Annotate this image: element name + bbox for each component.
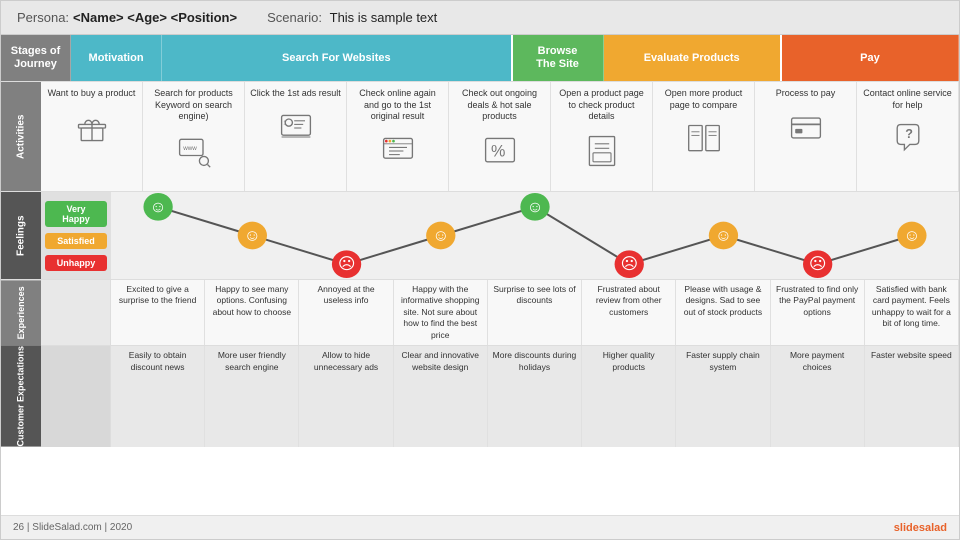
expect-5: Higher quality products (582, 346, 676, 447)
svg-text:www: www (182, 145, 197, 152)
experiences-stage-placeholder (41, 280, 111, 345)
activity-text-5: Open a product page to check product det… (555, 88, 648, 123)
svg-text:?: ? (905, 127, 913, 141)
unhappy-badge: Unhappy (45, 255, 107, 271)
exp-8: Satisfied with bank card payment. Feels … (865, 280, 959, 345)
evaluate-header: Evaluate Products (604, 35, 782, 81)
expect-cells: Easily to obtain discount news More user… (111, 346, 959, 447)
pay-icon (788, 110, 824, 153)
pay-header: Pay (782, 35, 959, 81)
svg-text:☺: ☺ (244, 227, 261, 244)
activity-text-3: Check online again and go to the 1st ori… (351, 88, 444, 123)
activity-eval2: Open more product page to compare (653, 82, 755, 191)
activity-text-7: Process to pay (776, 88, 836, 100)
activity-text-2: Click the 1st ads result (250, 88, 341, 100)
percent-icon: % (482, 133, 518, 176)
very-happy-badge: Very Happy (45, 201, 107, 227)
product-icon (584, 133, 620, 176)
main-content: Stages ofJourney Motivation Search For W… (1, 35, 959, 515)
expect-8: Faster website speed (865, 346, 959, 447)
svg-text:☺: ☺ (150, 198, 167, 215)
exp-0: Excited to give a surprise to the friend (111, 280, 205, 345)
footer: 26 | SlideSalad.com | 2020 slidesalad (1, 515, 959, 539)
footer-page: 26 | SlideSalad.com | 2020 (13, 522, 132, 533)
expectations-section-label: Customer Expectations (1, 346, 41, 447)
check-online-icon (380, 133, 416, 176)
compare-icon (686, 121, 722, 164)
expect-2: Allow to hide unnecessary ads (299, 346, 393, 447)
activity-search3: Check online again and go to the 1st ori… (347, 82, 449, 191)
activity-text-0: Want to buy a product (48, 88, 136, 100)
scenario-value: This is sample text (330, 10, 438, 25)
persona-label: Persona: (17, 10, 69, 25)
feelings-row: Feelings Very Happy Satisfied Unhappy (1, 191, 959, 279)
www-search-icon: www (176, 133, 212, 176)
activity-text-6: Open more product page to compare (657, 88, 750, 111)
svg-text:☺: ☺ (903, 227, 920, 244)
exp-2: Annoyed at the useless info (299, 280, 393, 345)
motivation-header: Motivation (71, 35, 162, 81)
experiences-row: Experiences Excited to give a surprise t… (1, 279, 959, 345)
expect-1: More user friendly search engine (205, 346, 299, 447)
activity-eval1: Open a product page to check product det… (551, 82, 653, 191)
activity-pay1: Process to pay (755, 82, 857, 191)
activity-text-8: Contact online service for help (861, 88, 954, 111)
activity-text-4: Check out ongoing deals & hot sale produ… (453, 88, 546, 123)
feelings-label: Feelings (1, 192, 41, 279)
scenario-label: Scenario: (267, 10, 322, 25)
expect-3: Clear and innovative website design (394, 346, 488, 447)
search-header: Search For Websites (162, 35, 512, 81)
expect-0: Easily to obtain discount news (111, 346, 205, 447)
activity-search1: Search for products Keyword on search en… (143, 82, 245, 191)
expectations-row: Customer Expectations Easily to obtain d… (1, 345, 959, 447)
activity-pay2: Contact online service for help ? (857, 82, 959, 191)
svg-text:☺: ☺ (715, 227, 732, 244)
svg-text:%: % (491, 142, 505, 160)
gift-icon (74, 110, 110, 153)
svg-text:☹: ☹ (620, 256, 637, 273)
journey-table: Stages ofJourney Motivation Search For W… (1, 35, 959, 515)
activity-motivation: Want to buy a product (41, 82, 143, 191)
feelings-chart: ☺ ☺ ☹ ☺ ☺ ☹ ☺ ☹ (111, 192, 959, 279)
satisfied-badge: Satisfied (45, 233, 107, 249)
experiences-section-label: Experiences (1, 280, 41, 345)
exp-7: Frustrated to find only the PayPal payme… (771, 280, 865, 345)
activities-cells: Want to buy a product (41, 82, 959, 191)
exp-1: Happy to see many options. Confusing abo… (205, 280, 299, 345)
feelings-badges: Very Happy Satisfied Unhappy (41, 192, 111, 279)
svg-text:☺: ☺ (526, 198, 543, 215)
experiences-cells: Excited to give a surprise to the friend… (111, 280, 959, 345)
activity-text-1: Search for products Keyword on search en… (147, 88, 240, 123)
expect-7: More payment choices (771, 346, 865, 447)
slide: Persona: <Name> <Age> <Position> Scenari… (0, 0, 960, 540)
svg-text:☹: ☹ (338, 256, 355, 273)
expect-6: Faster supply chain system (676, 346, 770, 447)
exp-4: Surprise to see lots of discounts (488, 280, 582, 345)
header-row: Stages ofJourney Motivation Search For W… (1, 35, 959, 81)
activities-row: Activities Want to buy a product (1, 81, 959, 191)
exp-6: Please with usage & designs. Sad to see … (676, 280, 770, 345)
exp-5: Frustrated about review from other custo… (582, 280, 676, 345)
activities-label: Activities (1, 82, 41, 191)
footer-logo: slidesalad (894, 522, 947, 534)
help-icon: ? (890, 121, 926, 164)
activity-search2: Click the 1st ads result 1 (245, 82, 347, 191)
stages-header: Stages ofJourney (1, 35, 71, 81)
persona-value: <Name> <Age> <Position> (73, 10, 237, 25)
svg-text:☹: ☹ (809, 256, 826, 273)
svg-text:1: 1 (283, 120, 286, 126)
ads-icon: 1 (278, 110, 314, 153)
activity-browse: Check out ongoing deals & hot sale produ… (449, 82, 551, 191)
exp-3: Happy with the informative shopping site… (394, 280, 488, 345)
top-bar: Persona: <Name> <Age> <Position> Scenari… (1, 1, 959, 35)
browse-header: BrowseThe Site (513, 35, 604, 81)
expect-4: More discounts during holidays (488, 346, 582, 447)
svg-text:☺: ☺ (432, 227, 449, 244)
expectations-stage-placeholder (41, 346, 111, 447)
